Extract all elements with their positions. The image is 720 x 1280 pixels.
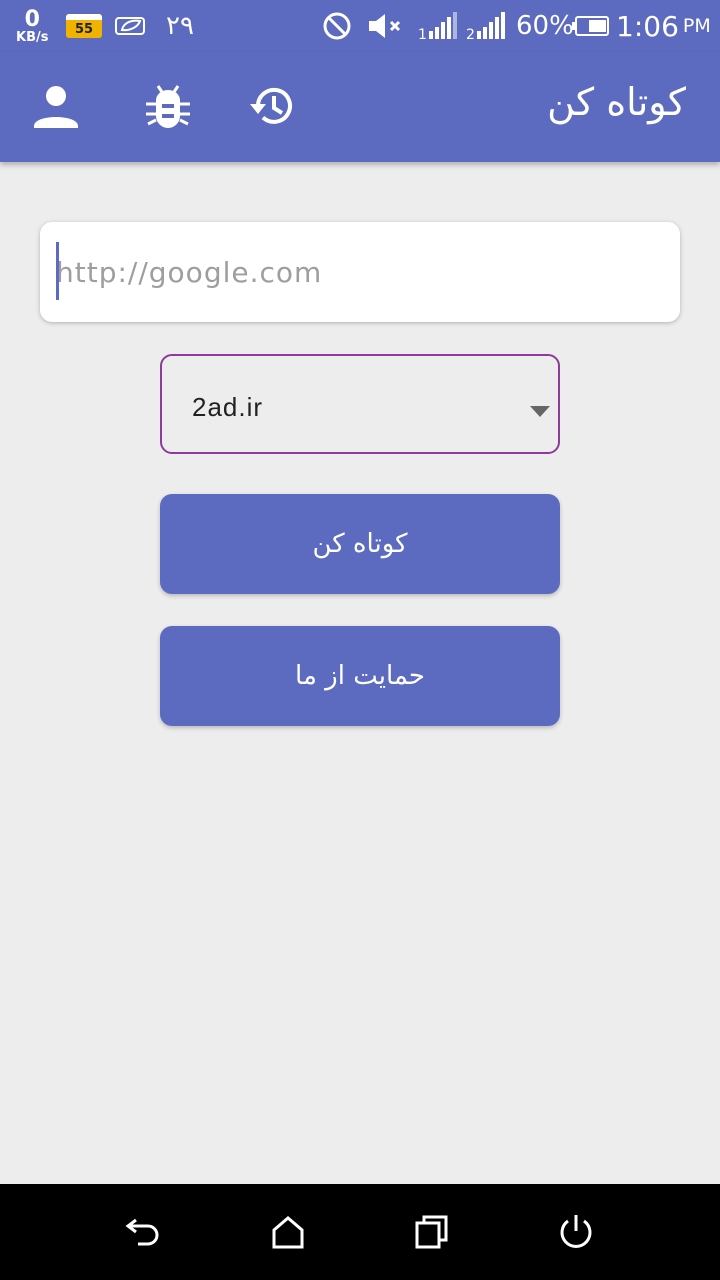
leaf-icon (114, 0, 148, 52)
navigation-bar (0, 1184, 720, 1280)
net-speed-indicator: 0 KB/s (16, 4, 48, 48)
badge-text: 55 (66, 14, 102, 38)
recents-icon[interactable] (412, 1212, 452, 1252)
battery-icon (572, 0, 610, 52)
domain-select-value: 2ad.ir (192, 392, 264, 422)
svg-text:2: 2 (466, 27, 475, 41)
notification-badge: 55 (66, 13, 102, 39)
page-title: کوتاه کن (547, 80, 686, 124)
domain-select[interactable]: 2ad.ir (160, 354, 560, 454)
signal-sim2-icon: 2 (466, 0, 508, 52)
battery-percent: 60% (516, 11, 574, 41)
shorten-button[interactable]: کوتاه کن (160, 494, 560, 594)
svg-text:1: 1 (418, 27, 427, 41)
dropdown-arrow-icon (530, 406, 550, 417)
url-input[interactable] (56, 240, 656, 304)
text-cursor (56, 242, 59, 300)
power-icon[interactable] (556, 1212, 596, 1252)
net-speed-value: 0 (24, 6, 40, 32)
calendar-day: ۲۹ (166, 11, 194, 41)
status-bar: 0 KB/s 55 ۲۹ 1 2 60% 1:06 PM (0, 0, 720, 52)
clock-time: 1:06 (616, 9, 679, 43)
account-icon[interactable] (32, 82, 80, 130)
do-not-disturb-icon (322, 0, 352, 52)
clock-ampm: PM (682, 15, 711, 37)
support-us-button[interactable]: حمایت از ما (160, 626, 560, 726)
back-icon[interactable] (124, 1212, 164, 1252)
history-icon[interactable] (248, 82, 296, 130)
url-input-card[interactable] (40, 222, 680, 322)
net-speed-unit: KB/s (16, 29, 49, 45)
clock: 1:06 PM (616, 0, 711, 52)
home-icon[interactable] (268, 1212, 308, 1252)
signal-sim1-icon: 1 (418, 0, 460, 52)
volume-mute-icon (366, 0, 404, 52)
bug-icon[interactable] (144, 82, 192, 130)
